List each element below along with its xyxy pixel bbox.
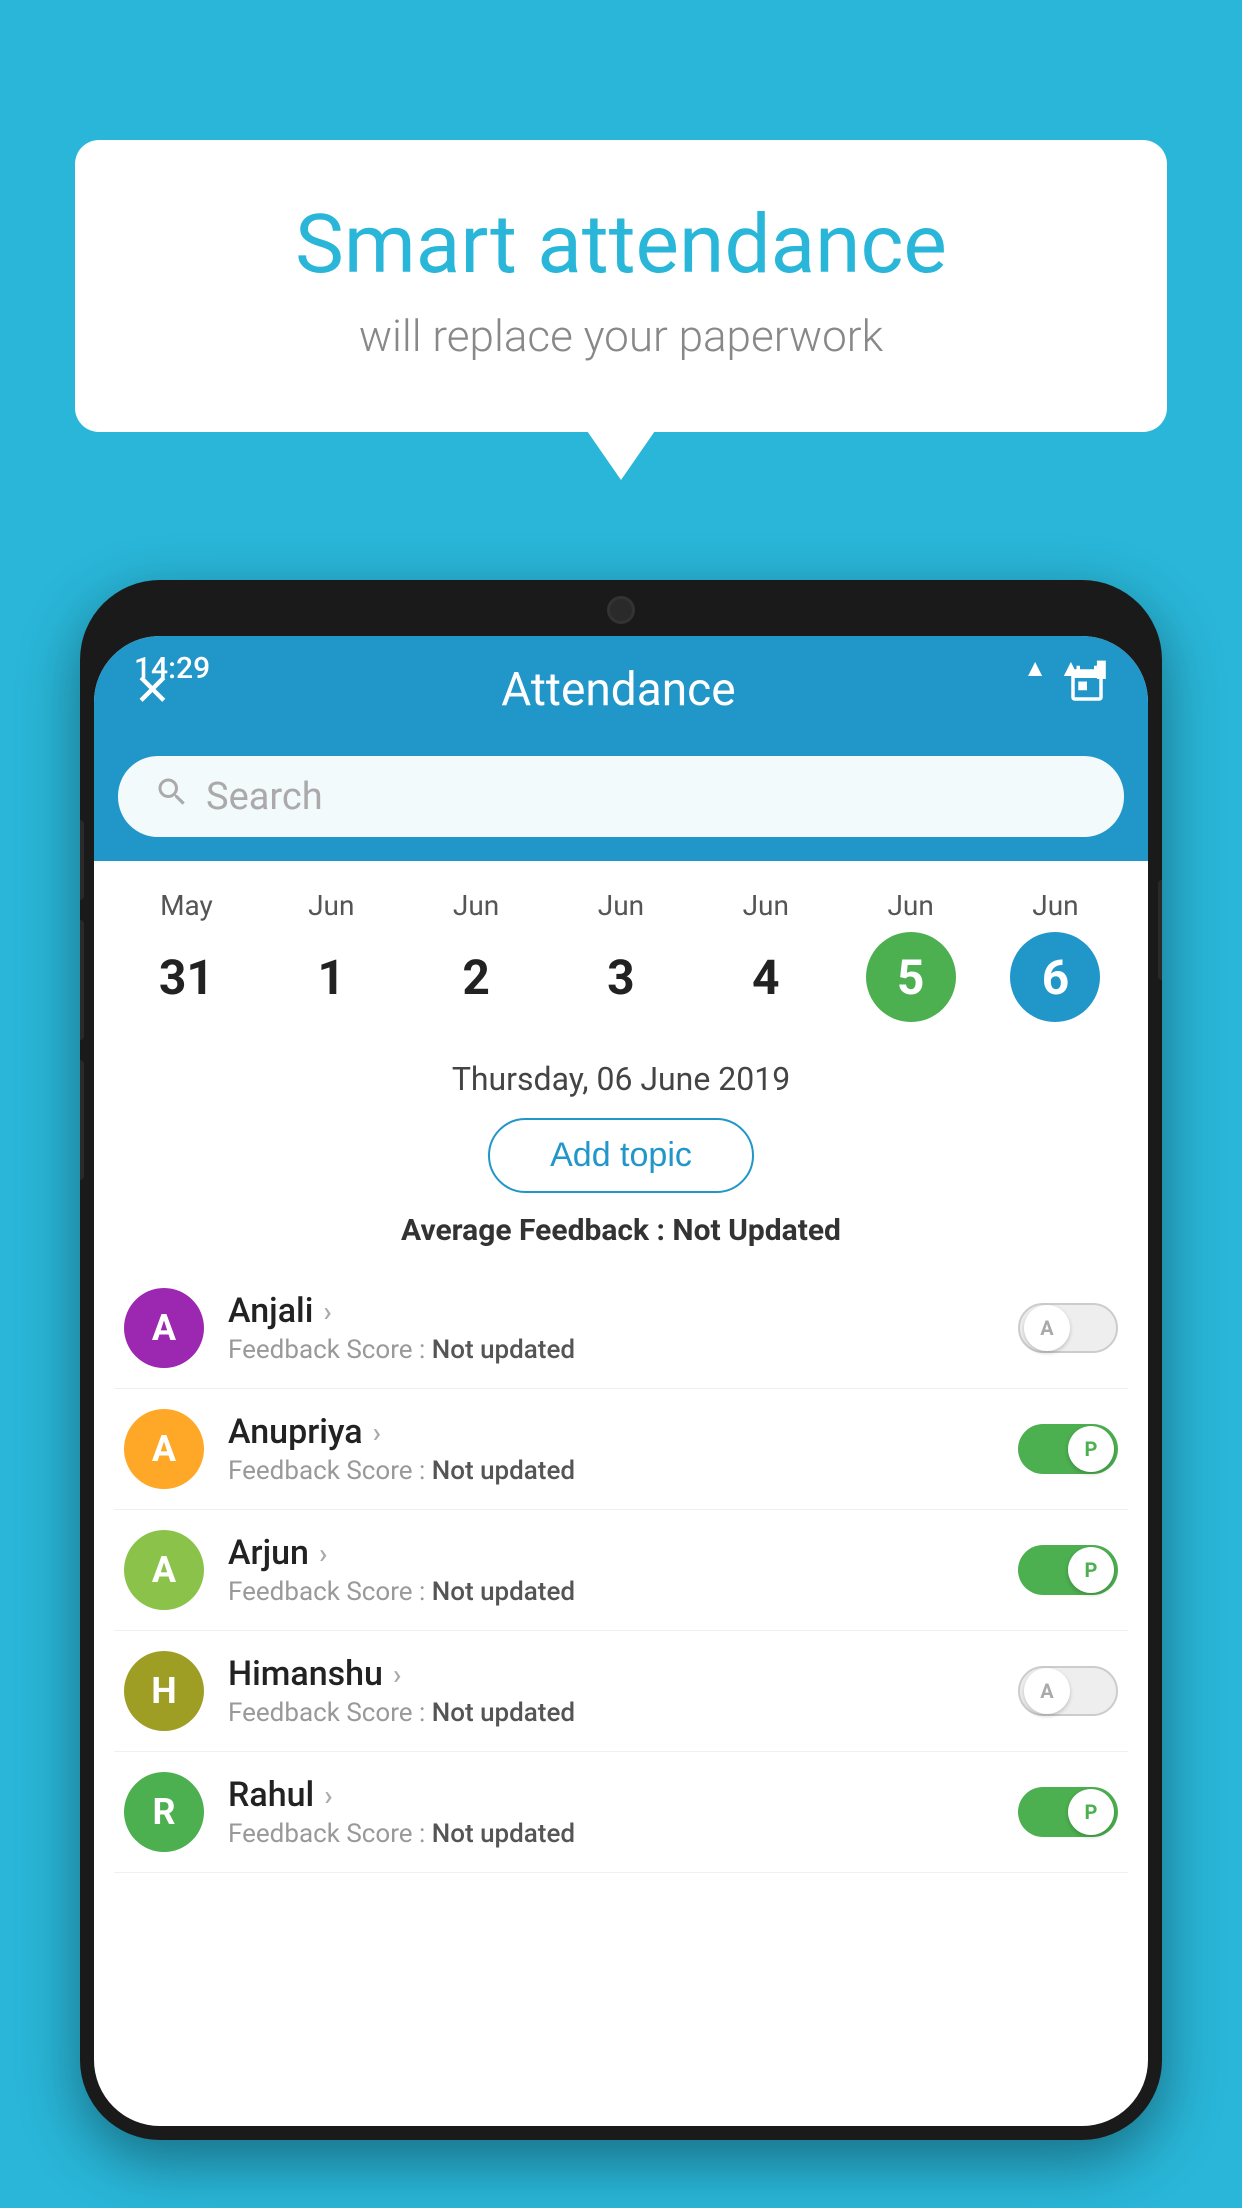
battery-icon: ▮ bbox=[1095, 654, 1108, 682]
selected-date-label: Thursday, 06 June 2019 bbox=[94, 1042, 1148, 1110]
cal-date-number: 4 bbox=[721, 932, 811, 1022]
student-feedback: Feedback Score : Not updated bbox=[228, 1577, 994, 1607]
cal-date-number: 5 bbox=[866, 932, 956, 1022]
status-time: 14:29 bbox=[134, 651, 210, 686]
avg-feedback: Average Feedback : Not Updated bbox=[94, 1213, 1148, 1248]
cal-month-label: Jun bbox=[887, 889, 933, 922]
student-feedback: Feedback Score : Not updated bbox=[228, 1819, 994, 1849]
student-feedback: Feedback Score : Not updated bbox=[228, 1456, 994, 1486]
attendance-toggle[interactable]: P bbox=[1018, 1424, 1118, 1474]
student-item[interactable]: A Anupriya › Feedback Score : Not updated P bbox=[114, 1389, 1128, 1510]
attendance-toggle[interactable]: A bbox=[1018, 1303, 1118, 1353]
status-bar: 14:29 ▲ ▲ ▮ bbox=[94, 644, 1148, 692]
cal-day-6[interactable]: Jun 6 bbox=[1010, 889, 1100, 1022]
phone-screen: 14:29 ▲ ▲ ▮ ✕ Attendance bbox=[94, 636, 1148, 2126]
toggle-wrapper[interactable]: A bbox=[1018, 1666, 1118, 1716]
toggle-wrapper[interactable]: P bbox=[1018, 1424, 1118, 1474]
student-name: Anupriya › bbox=[228, 1412, 994, 1452]
chevron-icon: › bbox=[373, 1416, 381, 1449]
search-bar[interactable]: Search bbox=[118, 756, 1124, 837]
cal-date-number: 1 bbox=[286, 932, 376, 1022]
student-name: Arjun › bbox=[228, 1533, 994, 1573]
cal-month-label: Jun bbox=[1032, 889, 1078, 922]
toggle-wrapper[interactable]: P bbox=[1018, 1545, 1118, 1595]
front-camera bbox=[607, 596, 635, 624]
student-info: Himanshu › Feedback Score : Not updated bbox=[228, 1654, 994, 1728]
speech-bubble: Smart attendance will replace your paper… bbox=[75, 140, 1167, 432]
toggle-wrapper[interactable]: P bbox=[1018, 1787, 1118, 1837]
avatar: A bbox=[124, 1530, 204, 1610]
cal-day-1[interactable]: Jun 1 bbox=[286, 889, 376, 1022]
toggle-knob: P bbox=[1068, 1789, 1114, 1835]
signal-icon: ▲ bbox=[1059, 654, 1083, 683]
student-info: Anjali › Feedback Score : Not updated bbox=[228, 1291, 994, 1365]
cal-month-label: May bbox=[160, 889, 213, 922]
attendance-toggle[interactable]: P bbox=[1018, 1787, 1118, 1837]
search-placeholder: Search bbox=[206, 775, 323, 819]
student-item[interactable]: A Arjun › Feedback Score : Not updated P bbox=[114, 1510, 1128, 1631]
volume-up-button bbox=[80, 820, 84, 900]
phone-frame: 14:29 ▲ ▲ ▮ ✕ Attendance bbox=[80, 580, 1162, 2208]
add-topic-wrapper: Add topic bbox=[94, 1118, 1148, 1193]
chevron-icon: › bbox=[324, 1779, 332, 1812]
wifi-icon: ▲ bbox=[1023, 654, 1047, 683]
cal-month-label: Jun bbox=[743, 889, 789, 922]
cal-month-label: Jun bbox=[598, 889, 644, 922]
student-item[interactable]: H Himanshu › Feedback Score : Not updated A bbox=[114, 1631, 1128, 1752]
student-item[interactable]: A Anjali › Feedback Score : Not updated A bbox=[114, 1268, 1128, 1389]
chevron-icon: › bbox=[323, 1295, 331, 1328]
student-feedback: Feedback Score : Not updated bbox=[228, 1335, 994, 1365]
chevron-icon: › bbox=[393, 1658, 401, 1691]
cal-day-5[interactable]: Jun 5 bbox=[866, 889, 956, 1022]
toggle-knob: A bbox=[1024, 1305, 1070, 1351]
avatar: A bbox=[124, 1288, 204, 1368]
toggle-knob: A bbox=[1024, 1668, 1070, 1714]
student-list: AAnjali ›Feedback Score : Not updatedAAA… bbox=[94, 1268, 1148, 1873]
cal-date-number: 3 bbox=[576, 932, 666, 1022]
phone-body: 14:29 ▲ ▲ ▮ ✕ Attendance bbox=[80, 580, 1162, 2140]
cal-date-number: 2 bbox=[431, 932, 521, 1022]
speech-bubble-wrapper: Smart attendance will replace your paper… bbox=[75, 140, 1167, 432]
cal-day-0[interactable]: May 31 bbox=[141, 889, 231, 1022]
main-subtitle: will replace your paperwork bbox=[155, 310, 1087, 362]
extra-button bbox=[80, 1060, 84, 1180]
chevron-icon: › bbox=[319, 1537, 327, 1570]
toggle-wrapper[interactable]: A bbox=[1018, 1303, 1118, 1353]
attendance-toggle[interactable]: P bbox=[1018, 1545, 1118, 1595]
attendance-toggle[interactable]: A bbox=[1018, 1666, 1118, 1716]
cal-day-2[interactable]: Jun 2 bbox=[431, 889, 521, 1022]
student-name: Anjali › bbox=[228, 1291, 994, 1331]
cal-date-number: 6 bbox=[1010, 932, 1100, 1022]
avatar: A bbox=[124, 1409, 204, 1489]
cal-month-label: Jun bbox=[453, 889, 499, 922]
student-info: Rahul › Feedback Score : Not updated bbox=[228, 1775, 994, 1849]
student-name: Rahul › bbox=[228, 1775, 994, 1815]
student-name: Himanshu › bbox=[228, 1654, 994, 1694]
cal-day-4[interactable]: Jun 4 bbox=[721, 889, 811, 1022]
main-title: Smart attendance bbox=[155, 200, 1087, 290]
volume-down-button bbox=[80, 920, 84, 1040]
avatar: H bbox=[124, 1651, 204, 1731]
avatar: R bbox=[124, 1772, 204, 1852]
student-info: Anupriya › Feedback Score : Not updated bbox=[228, 1412, 994, 1486]
calendar-strip: May 31 Jun 1 Jun 2 Jun 3 Jun 4 Jun 5 Jun 6 bbox=[94, 861, 1148, 1042]
status-icons: ▲ ▲ ▮ bbox=[1023, 654, 1108, 683]
toggle-knob: P bbox=[1068, 1547, 1114, 1593]
student-info: Arjun › Feedback Score : Not updated bbox=[228, 1533, 994, 1607]
search-icon bbox=[154, 774, 190, 819]
power-button bbox=[1158, 880, 1162, 980]
cal-month-label: Jun bbox=[308, 889, 354, 922]
student-item[interactable]: R Rahul › Feedback Score : Not updated P bbox=[114, 1752, 1128, 1873]
cal-date-number: 31 bbox=[141, 932, 231, 1022]
toggle-knob: P bbox=[1068, 1426, 1114, 1472]
notch bbox=[531, 580, 711, 632]
add-topic-button[interactable]: Add topic bbox=[488, 1118, 754, 1193]
search-bar-wrapper: Search bbox=[94, 744, 1148, 861]
cal-day-3[interactable]: Jun 3 bbox=[576, 889, 666, 1022]
student-feedback: Feedback Score : Not updated bbox=[228, 1698, 994, 1728]
